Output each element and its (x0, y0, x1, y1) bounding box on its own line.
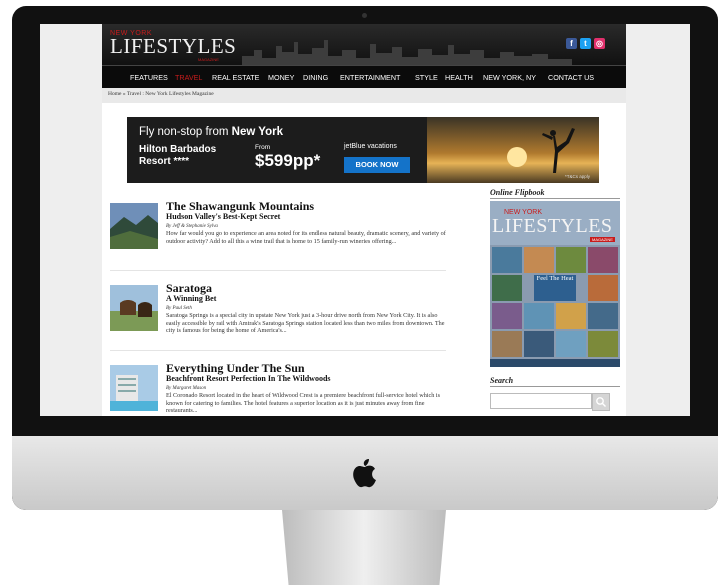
article-subtitle: Beachfront Resort Perfection In The Wild… (166, 374, 331, 383)
article-byline: By Jeff & Stephanie Sylva (166, 224, 218, 229)
article-excerpt: Saratoga Springs is a special city in up… (166, 312, 445, 334)
banner-headline-prefix: Fly non-stop from (139, 126, 232, 138)
article-byline: By Margaret Mason (166, 386, 207, 391)
article-thumbnail[interactable] (110, 203, 158, 249)
nav-new-york[interactable]: NEW YORK, NY (483, 73, 536, 82)
article-divider (110, 350, 446, 351)
article-subtitle: A Winning Bet (166, 294, 217, 303)
nav-contact[interactable]: CONTACT US (548, 73, 594, 82)
nav-features[interactable]: FEATURES (130, 73, 168, 82)
flipbook-tag: MAGAZINE (590, 237, 615, 242)
ad-banner[interactable]: Fly non-stop from New York Hilton Barbad… (127, 117, 599, 183)
nav-health[interactable]: HEALTH (445, 73, 473, 82)
sidebar-rule (490, 198, 620, 199)
banner-hotel-line2: Resort **** (139, 156, 190, 167)
site-logo[interactable]: LIFESTYLES (110, 34, 236, 59)
flipbook-logo: LIFESTYLES (492, 215, 613, 237)
nav-entertainment[interactable]: ENTERTAINMENT (340, 73, 400, 82)
article-thumbnail[interactable] (110, 365, 158, 411)
flipbook-heading: Online Flipbook (490, 188, 545, 197)
apple-logo-icon (353, 459, 376, 488)
skyline-graphic (242, 40, 572, 65)
nav-travel[interactable]: TRAVEL (175, 73, 202, 82)
nav-money[interactable]: MONEY (268, 73, 294, 82)
website: NEW YORK LIFESTYLES MAGAZINE f t ◎ FEATU… (102, 24, 626, 416)
flipbook-feature: Feel The Heat (534, 275, 576, 301)
banner-price: $599pp* (255, 151, 321, 170)
article-subtitle: Hudson Valley's Best-Kept Secret (166, 212, 281, 221)
article-item: Everything Under The Sun Beachfront Reso… (110, 361, 446, 416)
article-divider (110, 270, 446, 271)
banner-headline: Fly non-stop from New York (139, 126, 283, 138)
banner-hotel-line1: Hilton Barbados (139, 144, 217, 155)
nav-dining[interactable]: DINING (303, 73, 328, 82)
flipbook-cover[interactable]: NEW YORK LIFESTYLES MAGAZINE Feel The He… (490, 201, 620, 367)
article-excerpt: How far would you go to experience an ar… (166, 230, 446, 245)
twitter-icon[interactable]: t (580, 38, 591, 49)
search-button[interactable] (592, 393, 610, 411)
book-now-button[interactable]: BOOK NOW (344, 157, 410, 173)
sidebar-rule (490, 386, 620, 387)
search-input[interactable] (490, 393, 592, 409)
article-item: The Shawangunk Mountains Hudson Valley's… (110, 199, 446, 271)
article-byline: By Paul Seth (166, 306, 192, 311)
article-excerpt: El Coronado Resort located in the heart … (166, 392, 441, 414)
facebook-icon[interactable]: f (566, 38, 577, 49)
imac-stand (282, 510, 446, 585)
camera-dot (362, 13, 367, 18)
nav-real-estate[interactable]: REAL ESTATE (212, 73, 259, 82)
main-nav: FEATURES TRAVEL REAL ESTATE MONEY DINING… (102, 65, 626, 88)
article-item: Saratoga A Winning Bet By Paul Seth Sara… (110, 281, 446, 353)
breadcrumb-text[interactable]: Home » Travel : New York Lifestyles Maga… (108, 91, 214, 97)
banner-headline-city: New York (231, 126, 284, 138)
search-icon (596, 397, 606, 407)
instagram-icon[interactable]: ◎ (594, 38, 605, 49)
banner-from-label: From (255, 144, 271, 151)
screen: NEW YORK LIFESTYLES MAGAZINE f t ◎ FEATU… (40, 24, 690, 416)
banner-fine-print: *T&Cs apply (565, 174, 591, 179)
banner-brand: jetBlue vacations (344, 143, 397, 150)
search-heading: Search (490, 376, 514, 385)
breadcrumb: Home » Travel : New York Lifestyles Maga… (102, 88, 626, 103)
article-thumbnail[interactable] (110, 285, 158, 331)
sun-graphic (507, 147, 527, 167)
masthead: NEW YORK LIFESTYLES MAGAZINE f t ◎ (102, 24, 626, 65)
yoga-silhouette-icon (542, 128, 575, 173)
logo-tagline: MAGAZINE (198, 57, 219, 62)
nav-style[interactable]: STYLE (415, 73, 438, 82)
